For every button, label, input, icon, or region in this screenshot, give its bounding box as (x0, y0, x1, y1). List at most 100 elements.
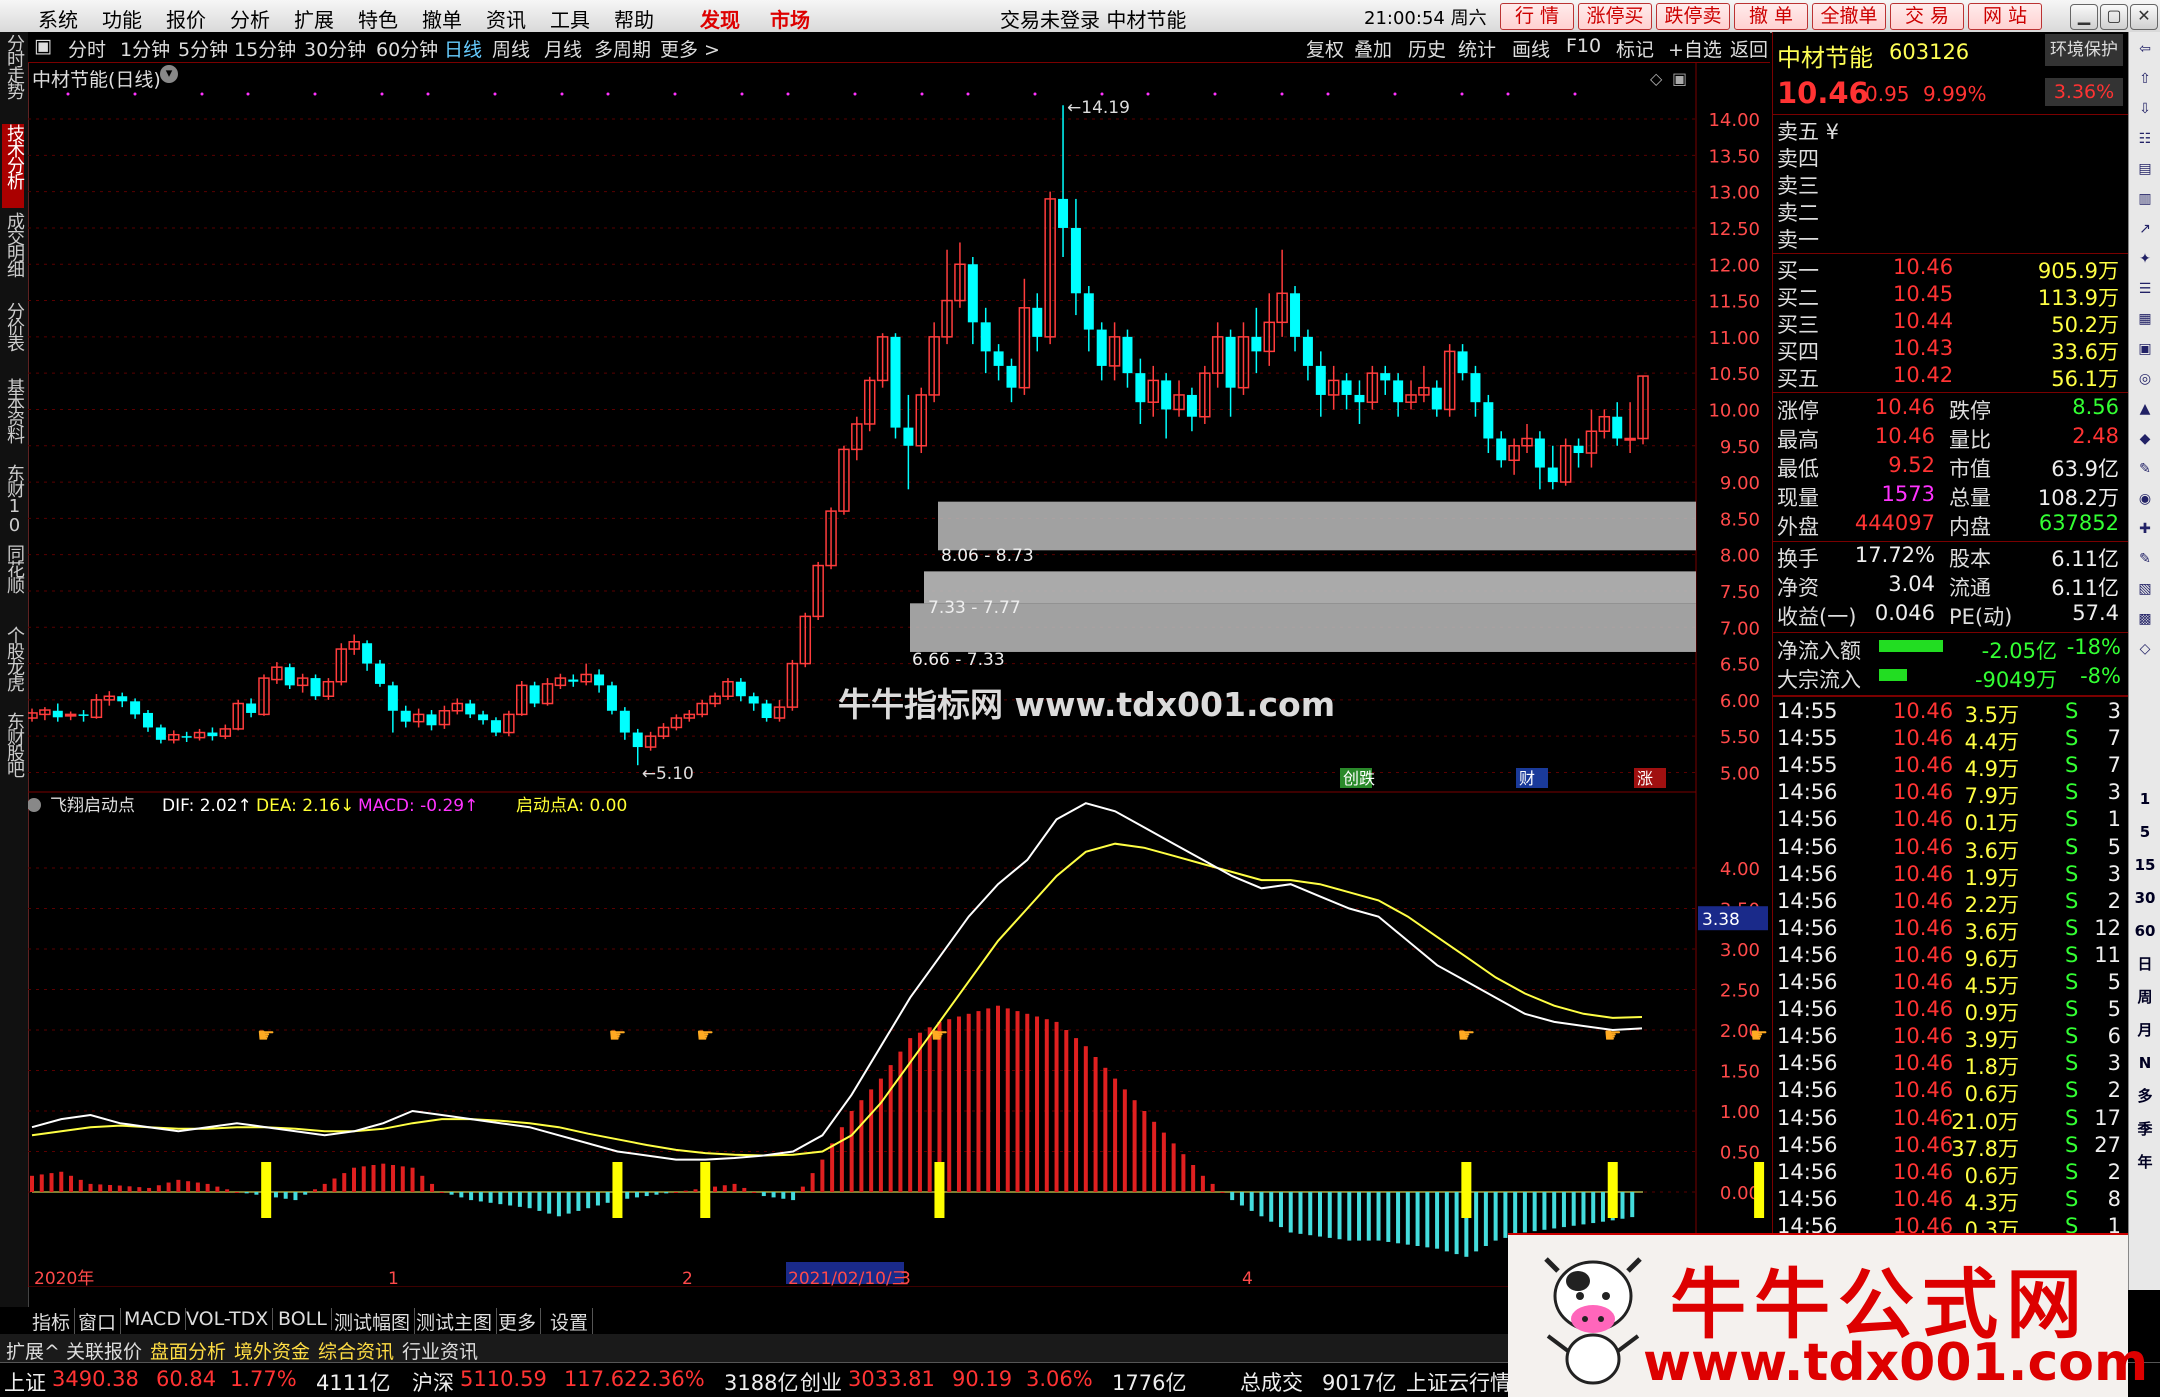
chart-tool-button[interactable]: 复权 (1306, 35, 1344, 62)
index-name[interactable]: 创业 (800, 1367, 842, 1397)
index-name[interactable]: 沪深 (412, 1367, 454, 1397)
toolbar-icon[interactable]: ◎ (2134, 368, 2156, 390)
menu-item[interactable]: 工具 (550, 4, 590, 33)
period-tab[interactable]: 分时 (68, 35, 106, 62)
period-shortcut[interactable]: 日 (2134, 953, 2156, 975)
indicator-tab[interactable]: 测试主图 (412, 1308, 498, 1335)
period-tab[interactable]: 15分钟 (234, 35, 296, 62)
toolbar-icon[interactable]: ↗ (2134, 218, 2156, 240)
menu-item[interactable]: 特色 (358, 4, 398, 33)
indicator-tab[interactable]: MACD (120, 1308, 186, 1330)
left-tab[interactable]: 同花顺10 (0, 544, 25, 622)
extension-tab[interactable]: 境外资金 (234, 1337, 310, 1364)
bid-row[interactable]: 买四 10.43 33.6万 (1777, 336, 2123, 364)
quick-trade-button[interactable]: 网 站 (1968, 3, 2042, 30)
quick-trade-button[interactable]: 行 情 (1500, 3, 1574, 30)
toolbar-icon[interactable]: ✚ (2134, 518, 2156, 540)
period-tab[interactable]: 1分钟 (120, 35, 170, 62)
period-shortcut[interactable]: 月 (2134, 1019, 2156, 1041)
indicator-tab[interactable]: 指标 (28, 1308, 76, 1335)
menu-item[interactable]: 扩展 (294, 4, 334, 33)
bid-row[interactable]: 买三 10.44 50.2万 (1777, 309, 2123, 337)
bid-row[interactable]: 买二 10.45 113.9万 (1777, 282, 2123, 310)
left-tab[interactable]: 东财股吧 (2, 712, 25, 793)
chart-tool-button[interactable]: 历史 (1408, 35, 1446, 62)
extension-tab[interactable]: 关联报价 (66, 1337, 142, 1364)
toolbar-icon[interactable]: ✎ (2134, 548, 2156, 570)
chart-tool-button[interactable]: 标记 (1616, 35, 1654, 62)
chart-tool-button[interactable]: 画线 (1512, 35, 1550, 62)
left-tab[interactable]: 成交明细 (2, 212, 25, 298)
extension-tab[interactable]: 综合资讯 (318, 1337, 394, 1364)
maximize-icon[interactable]: ▢ (2100, 4, 2128, 30)
quick-trade-button[interactable]: 全撤单 (1812, 3, 1886, 30)
toolbar-icon[interactable]: ▲ (2134, 398, 2156, 420)
menu-item[interactable]: 帮助 (614, 4, 654, 33)
toolbar-icon[interactable]: ⇧ (2134, 68, 2156, 90)
menu-item[interactable]: 分析 (230, 4, 270, 33)
toolbar-icon[interactable]: ▦ (2134, 308, 2156, 330)
toolbar-icon[interactable]: ▩ (2134, 608, 2156, 630)
menu-item-highlight[interactable]: 发现 (700, 4, 740, 33)
left-tab[interactable]: 分价表 (2, 302, 25, 374)
chart-options-icon[interactable]: ▾ (160, 65, 178, 83)
period-tab[interactable]: 30分钟 (304, 35, 366, 62)
index-name[interactable]: 上证 (4, 1367, 46, 1397)
chart-tool-button[interactable]: F10 (1566, 35, 1601, 57)
period-shortcut[interactable]: 60 (2134, 920, 2156, 942)
indicator-tab[interactable]: VOL-TDX (182, 1308, 274, 1330)
quick-trade-button[interactable]: 交 易 (1890, 3, 1964, 30)
ad-url[interactable]: www.tdx001.com (1643, 1333, 2148, 1393)
left-tab[interactable]: 分时走势 (2, 34, 25, 120)
cloud-quote-label[interactable]: 上证云行情 (1406, 1367, 1511, 1397)
toolbar-icon[interactable]: ▧ (2134, 578, 2156, 600)
toolbar-icon[interactable]: ☰ (2134, 278, 2156, 300)
bid-row[interactable]: 买五 10.42 56.1万 (1777, 363, 2123, 391)
menu-item[interactable]: 功能 (102, 4, 142, 33)
toolbar-icon[interactable]: ◇ (2134, 638, 2156, 660)
minimize-icon[interactable]: ▁ (2070, 4, 2098, 30)
period-shortcut[interactable]: 15 (2134, 854, 2156, 876)
toolbar-icon[interactable]: ▥ (2134, 188, 2156, 210)
period-tab[interactable]: 5分钟 (178, 35, 228, 62)
period-tab[interactable]: 60分钟 (376, 35, 438, 62)
toolbar-icon[interactable]: ☷ (2134, 128, 2156, 150)
extension-tab[interactable]: 盘面分析 (150, 1337, 226, 1364)
indicator-tab[interactable]: 设置 (546, 1308, 594, 1335)
close-icon[interactable]: ✕ (2130, 4, 2158, 30)
menu-item[interactable]: 报价 (166, 4, 206, 33)
menu-item[interactable]: 资讯 (486, 4, 526, 33)
sector-tag[interactable]: 环境保护 (2045, 34, 2123, 66)
toolbar-icon[interactable]: ▤ (2134, 158, 2156, 180)
period-shortcut[interactable]: 1 (2134, 788, 2156, 810)
period-shortcut[interactable]: 季 (2134, 1118, 2156, 1140)
chart-tool-button[interactable]: 叠加 (1354, 35, 1392, 62)
bid-row[interactable]: 买一 10.46 905.9万 (1777, 255, 2123, 283)
quick-trade-button[interactable]: 涨停买 (1578, 3, 1652, 30)
period-tab[interactable]: 更多 > (660, 35, 720, 62)
menu-item-highlight[interactable]: 市场 (770, 4, 810, 33)
left-tab[interactable]: 基本资料 (2, 378, 25, 460)
period-tab[interactable]: 周线 (492, 35, 530, 62)
toolbar-icon[interactable]: ⇦ (2134, 38, 2156, 60)
indicator-tab[interactable]: 窗口 (74, 1308, 122, 1335)
left-tab[interactable]: 个股龙虎 (2, 626, 25, 708)
toolbar-icon[interactable]: ✦ (2134, 248, 2156, 270)
period-shortcut[interactable]: 30 (2134, 887, 2156, 909)
chart-tool-button[interactable]: 返回 (1730, 35, 1768, 62)
period-tab[interactable]: 月线 (544, 35, 582, 62)
kline-chart[interactable]: 14.0013.5013.0012.5012.0011.5011.0010.50… (26, 61, 1770, 1289)
left-tab[interactable]: 东财10 (2, 464, 25, 540)
toolbar-icon[interactable]: ⇩ (2134, 98, 2156, 120)
quick-trade-button[interactable]: 撤 单 (1734, 3, 1808, 30)
chart-area[interactable]: 14.00 13.50 13.00 12.50 12.00 11.50 11.00 10.50… (26, 61, 1770, 1289)
left-tab[interactable]: 技术分析 (2, 124, 25, 208)
indicator-tab[interactable]: 更多 (494, 1308, 542, 1335)
extension-tab[interactable]: 扩展^ (6, 1337, 60, 1364)
indicator-tab[interactable]: BOLL (274, 1308, 332, 1330)
toolbar-icon[interactable]: ◆ (2134, 428, 2156, 450)
period-shortcut[interactable]: N (2134, 1052, 2156, 1074)
toolbar-icon[interactable]: ▣ (2134, 338, 2156, 360)
toolbar-icon[interactable]: ◉ (2134, 488, 2156, 510)
menu-item[interactable]: 撤单 (422, 4, 462, 33)
